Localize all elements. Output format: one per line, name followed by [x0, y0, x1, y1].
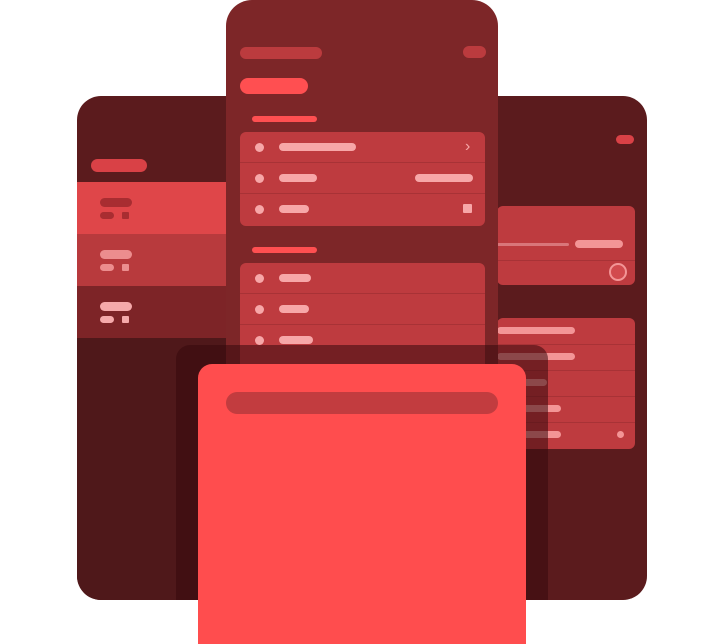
phone-action-button[interactable]	[463, 46, 486, 58]
settings-row[interactable]: ›	[240, 132, 485, 163]
settings-row[interactable]	[240, 194, 485, 225]
setting-label-placeholder	[497, 327, 575, 334]
row-label-placeholder	[279, 305, 309, 313]
row-label-placeholder	[279, 205, 309, 213]
row-icon	[255, 305, 264, 314]
bottom-sheet	[198, 364, 526, 644]
radio-icon[interactable]	[609, 263, 627, 281]
list-item-meta-placeholder	[100, 212, 114, 219]
tablet-detail-card	[497, 206, 635, 285]
row-label-placeholder	[279, 274, 311, 282]
checkbox-icon[interactable]	[463, 204, 472, 213]
list-item-title-placeholder	[100, 250, 132, 259]
phone-settings-group: ›	[240, 132, 485, 226]
settings-row[interactable]	[240, 294, 485, 325]
tablet-list-item-selected[interactable]	[77, 182, 237, 234]
row-icon	[255, 143, 264, 152]
tablet-corner-button[interactable]	[616, 135, 634, 144]
row-value-placeholder	[415, 174, 473, 182]
value-placeholder	[575, 240, 623, 248]
list-item-title-placeholder	[100, 198, 132, 207]
phone-primary-button[interactable]	[240, 78, 308, 94]
row-label-placeholder	[279, 174, 317, 182]
slider-track[interactable]	[497, 243, 569, 246]
row-label-placeholder	[279, 143, 356, 151]
section-header-placeholder	[252, 247, 317, 253]
tablet-list-item[interactable]	[77, 234, 237, 286]
settings-row[interactable]	[240, 263, 485, 294]
list-item-meta-placeholder	[100, 316, 114, 323]
phone-title-placeholder	[240, 47, 322, 59]
list-item-title-placeholder	[100, 302, 132, 311]
chevron-right-icon: ›	[465, 138, 471, 155]
row-icon	[255, 174, 264, 183]
row-icon	[255, 274, 264, 283]
tablet-list-item[interactable]	[77, 286, 237, 338]
illustration-stage: ›	[0, 0, 724, 644]
status-dot-icon	[617, 431, 624, 438]
row-icon	[255, 205, 264, 214]
section-header-placeholder	[252, 116, 317, 122]
row-label-placeholder	[279, 336, 313, 344]
card-divider	[497, 260, 635, 261]
tablet-title-placeholder	[91, 159, 147, 172]
settings-row[interactable]	[240, 163, 485, 194]
list-item-badge-placeholder	[122, 212, 129, 219]
sheet-search-bar[interactable]	[226, 392, 498, 414]
list-item-badge-placeholder	[122, 316, 129, 323]
list-item-meta-placeholder	[100, 264, 114, 271]
list-item-badge-placeholder	[122, 264, 129, 271]
row-icon	[255, 336, 264, 345]
